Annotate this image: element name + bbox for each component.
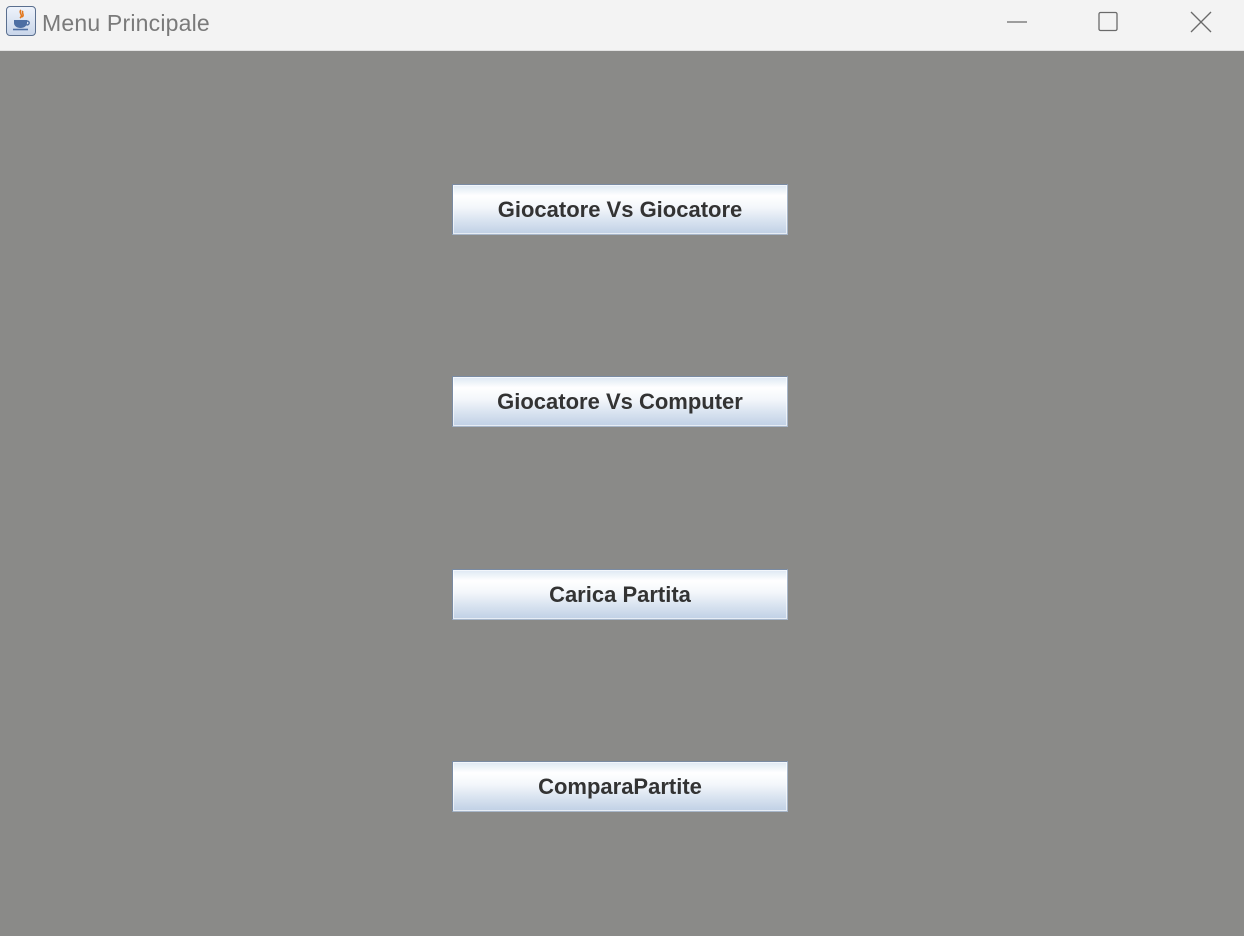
close-icon	[1190, 11, 1212, 33]
close-button[interactable]	[1178, 0, 1224, 46]
window-title: Menu Principale	[42, 10, 210, 36]
load-game-button[interactable]: Carica Partita	[452, 569, 788, 620]
compare-games-button[interactable]: ComparaPartite	[452, 761, 788, 812]
maximize-button[interactable]	[1085, 0, 1131, 46]
player-vs-computer-button[interactable]: Giocatore Vs Computer	[452, 376, 788, 427]
player-vs-player-button[interactable]: Giocatore Vs Giocatore	[452, 184, 788, 235]
main-menu-window: Menu Principale Giocatore Vs Giocatore G…	[0, 0, 1244, 936]
minimize-button[interactable]	[994, 0, 1040, 46]
minimize-icon	[1007, 21, 1027, 23]
maximize-icon	[1098, 11, 1118, 32]
java-coffee-cup-icon[interactable]	[6, 6, 36, 36]
title-bar[interactable]: Menu Principale	[0, 0, 1244, 51]
